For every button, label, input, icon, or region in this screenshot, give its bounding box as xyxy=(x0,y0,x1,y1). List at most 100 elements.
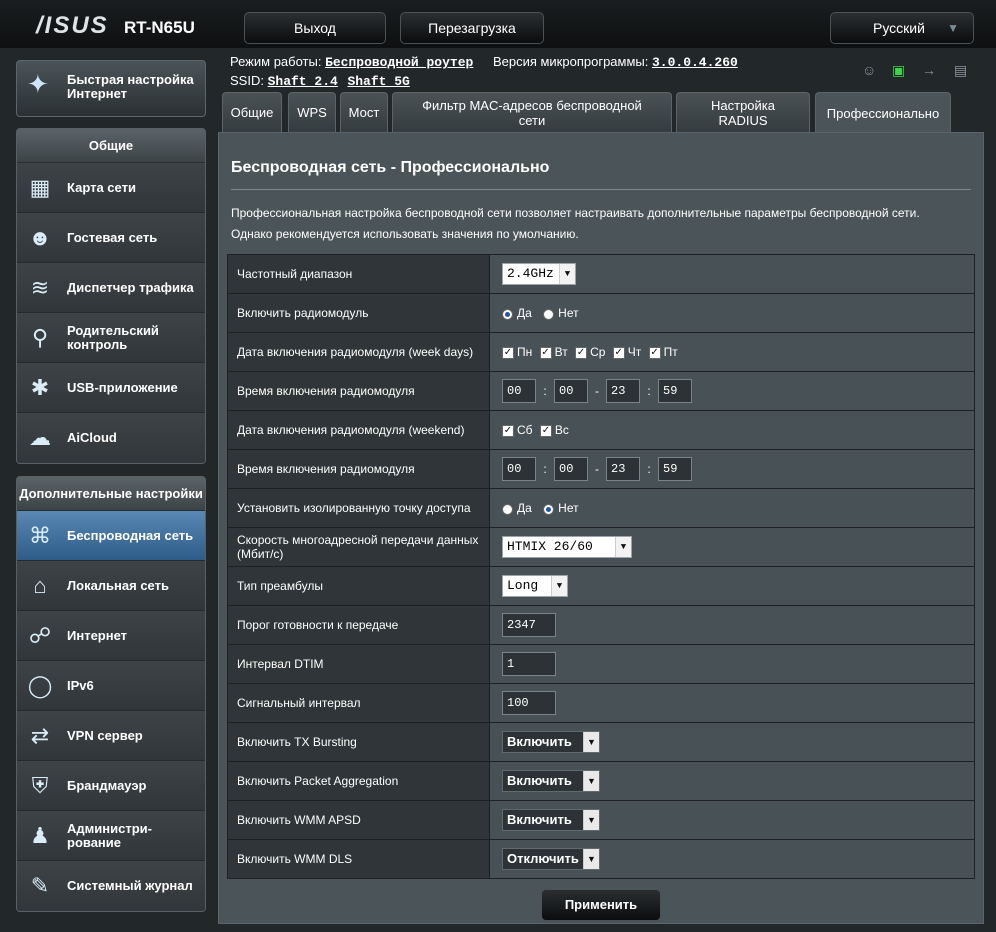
weekday-thu[interactable]: ✓ Чт xyxy=(612,345,641,360)
option-label: Ср xyxy=(590,345,606,360)
dtim-interval-input[interactable]: 1 xyxy=(502,652,556,676)
sidebar-item-label: USB-приложение xyxy=(67,379,178,395)
radio-button[interactable] xyxy=(543,308,555,320)
description-line-2: Однако рекомендуется использовать значен… xyxy=(231,227,579,241)
wifi-icon: ⌘ xyxy=(29,523,51,548)
tab-professional[interactable]: Профессионально xyxy=(815,92,951,133)
sidebar-item-administration[interactable]: ♟ Администри-рование xyxy=(17,811,205,861)
weekday-end-minute-input[interactable]: 59 xyxy=(658,379,692,403)
network-status-icon[interactable]: ▣ xyxy=(892,62,905,79)
admin-user-icon: ♟ xyxy=(30,823,50,848)
rts-threshold-input[interactable]: 2347 xyxy=(502,613,556,637)
tx-bursting-select[interactable]: Включить ▼ xyxy=(502,731,600,753)
status-info: Режим работы: Беспроводной роутер Версия… xyxy=(230,52,970,90)
radio-button-checked[interactable] xyxy=(543,503,555,515)
logout-button[interactable]: Выход xyxy=(244,12,386,44)
checkbox-checked[interactable]: ✓ xyxy=(648,347,661,360)
mode-link[interactable]: Беспроводной роутер xyxy=(325,55,473,70)
sidebar-item-guest-network[interactable]: ☻ Гостевая сеть xyxy=(17,213,205,263)
weekend-start-hour-input[interactable]: 00 xyxy=(502,457,536,481)
checkbox-checked[interactable]: ✓ xyxy=(502,425,514,438)
ssid-5-link[interactable]: Shaft_5G xyxy=(347,74,409,89)
sidebar-item-lan[interactable]: ⌂ Локальная сеть xyxy=(17,561,205,611)
printer-icon[interactable]: ▤ xyxy=(954,62,967,79)
sidebar-item-label: Интернет xyxy=(67,627,128,643)
usb-icon[interactable]: → xyxy=(922,62,936,78)
radio-button[interactable] xyxy=(502,503,513,515)
tab-mac-filter[interactable]: Фильтр MAC-адресов беспроводной сети xyxy=(392,92,672,132)
weekend-sun[interactable]: ✓ Вс xyxy=(539,423,569,438)
checkbox-checked[interactable]: ✓ xyxy=(539,347,552,360)
band-select[interactable]: 2.4GHz ▼ xyxy=(502,263,576,285)
tab-bridge[interactable]: Мост xyxy=(340,92,388,132)
checkbox-checked[interactable]: ✓ xyxy=(539,425,552,438)
sidebar-item-firewall[interactable]: ⛨ Брандмауэр xyxy=(17,761,205,811)
option-label: Пн xyxy=(517,345,533,360)
checkbox-checked[interactable]: ✓ xyxy=(612,347,625,360)
quick-internet-setup-button[interactable]: ✦ Быстрая настройка Интернет xyxy=(16,60,206,117)
sidebar-item-vpn-server[interactable]: ⇄ VPN сервер xyxy=(17,711,205,761)
wmm-apsd-select[interactable]: Включить ▼ xyxy=(502,809,600,831)
tab-radius[interactable]: Настройка RADIUS xyxy=(676,92,810,132)
chevron-down-icon: ▼ xyxy=(583,849,599,869)
sidebar-item-network-map[interactable]: ▦ Карта сети xyxy=(17,163,205,213)
preamble-label: Тип преамбулы xyxy=(227,566,490,606)
table-row: Включить TX Bursting Включить ▼ xyxy=(227,722,975,762)
option-label: Сб xyxy=(517,423,533,438)
weekday-tue[interactable]: ✓ Вт xyxy=(539,345,568,360)
asus-logo: /ISUS xyxy=(36,12,109,39)
wmm-dls-select[interactable]: Отключить ▼ xyxy=(502,848,600,870)
sidebar-item-parental-control[interactable]: ⚲ Родительский контроль xyxy=(17,313,205,363)
main-panel: Беспроводная сеть - Профессионально Проф… xyxy=(218,132,984,924)
beacon-interval-input[interactable]: 100 xyxy=(502,691,556,715)
checkbox-checked[interactable]: ✓ xyxy=(502,347,514,360)
clients-icon[interactable]: ☺ xyxy=(862,62,876,78)
language-select[interactable]: Русский ▼ xyxy=(830,12,974,44)
radio-enable-yes[interactable]: Да xyxy=(502,306,532,320)
isolate-ap-no[interactable]: Нет xyxy=(543,501,579,515)
sidebar-item-label: VPN сервер xyxy=(67,727,143,743)
option-label: Вс xyxy=(554,423,569,438)
apply-button[interactable]: Применить xyxy=(541,889,661,921)
weekday-fri[interactable]: ✓ Пт xyxy=(648,345,678,360)
weekday-start-minute-input[interactable]: 00 xyxy=(554,379,588,403)
dtim-interval-label: Интервал DTIM xyxy=(227,644,490,684)
page-description: Профессиональная настройка беспроводной … xyxy=(231,203,971,245)
sidebar-item-usb-application[interactable]: ✱ USB-приложение xyxy=(17,363,205,413)
isolate-ap-yes[interactable]: Да xyxy=(502,501,532,515)
sidebar-item-aicloud[interactable]: ☁ AiCloud xyxy=(17,413,205,463)
weekday-end-hour-input[interactable]: 23 xyxy=(606,379,640,403)
multicast-rate-select[interactable]: HTMIX 26/60 ▼ xyxy=(502,536,632,558)
weekend-end-minute-input[interactable]: 59 xyxy=(658,457,692,481)
weekend-end-hour-input[interactable]: 23 xyxy=(606,457,640,481)
reboot-button[interactable]: Перезагрузка xyxy=(400,12,544,44)
quick-setup-label: Быстрая настройка Интернет xyxy=(67,72,194,101)
tab-general[interactable]: Общие xyxy=(222,92,282,132)
radio-enable-no[interactable]: Нет xyxy=(543,306,579,320)
packet-aggregation-select[interactable]: Включить ▼ xyxy=(502,770,600,792)
weekend-sat[interactable]: ✓ Сб xyxy=(502,423,533,437)
sidebar-item-wireless[interactable]: ⌘ Беспроводная сеть xyxy=(17,511,205,561)
firmware-label: Версия микропрограммы: xyxy=(492,54,649,69)
sidebar-item-wan[interactable]: ☍ Интернет xyxy=(17,611,205,661)
sidebar-item-ipv6[interactable]: ◯ IPv6 xyxy=(17,661,205,711)
network-map-icon: ▦ xyxy=(29,175,51,200)
ssid-24-link[interactable]: Shaft_2.4 xyxy=(268,74,338,89)
preamble-value: Long xyxy=(507,578,539,593)
table-row: Сигнальный интервал 100 xyxy=(227,683,975,723)
tab-wps[interactable]: WPS xyxy=(288,92,336,132)
preamble-select[interactable]: Long ▼ xyxy=(502,575,568,597)
sidebar-item-system-log[interactable]: ✎ Системный журнал xyxy=(17,861,205,911)
colon-separator: : xyxy=(647,462,651,476)
firmware-link[interactable]: 3.0.0.4.260 xyxy=(652,55,738,70)
checkbox-checked[interactable]: ✓ xyxy=(575,347,588,360)
dash-separator: - xyxy=(595,462,599,476)
weekday-wed[interactable]: ✓ Ср xyxy=(575,345,605,359)
weekend-start-minute-input[interactable]: 00 xyxy=(554,457,588,481)
sidebar-item-traffic-manager[interactable]: ≋ Диспетчер трафика xyxy=(17,263,205,313)
radio-button-checked[interactable] xyxy=(502,308,513,320)
wmm-dls-value: Отключить xyxy=(507,851,579,866)
sidebar-item-label: AiCloud xyxy=(67,429,117,445)
weekday-mon[interactable]: ✓ Пн xyxy=(502,345,532,359)
weekday-start-hour-input[interactable]: 00 xyxy=(502,379,536,403)
